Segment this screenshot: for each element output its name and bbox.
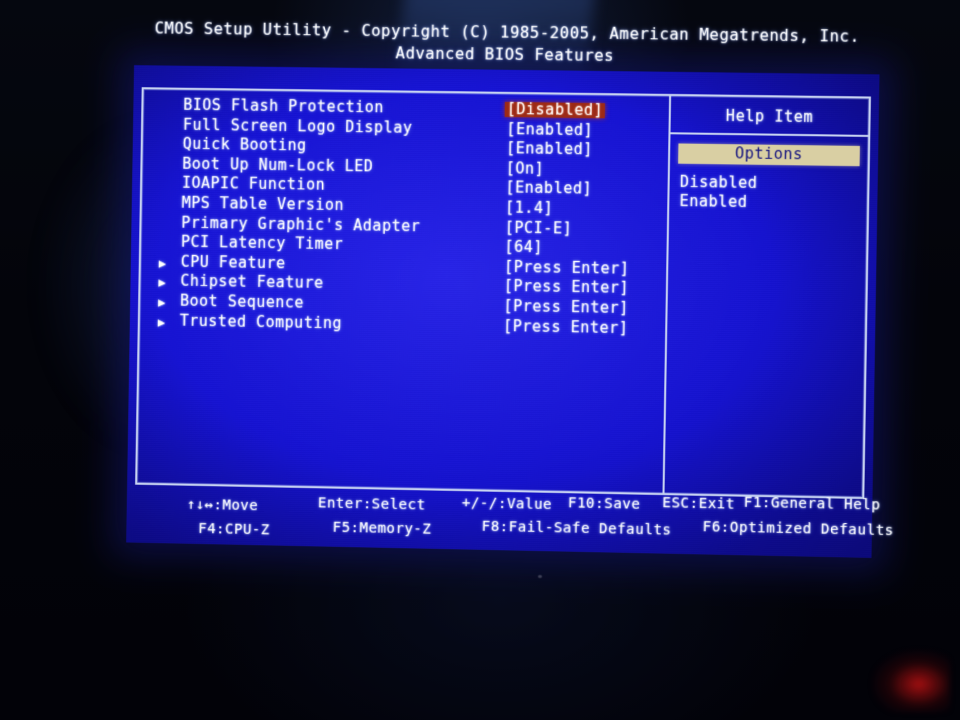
help-option-item[interactable]: Enabled (679, 192, 867, 216)
key-hint-optimized-defaults: F6:Optimized Defaults (702, 519, 895, 540)
setting-value-selected[interactable]: [Disabled] (504, 100, 606, 119)
setting-label: IOAPIC Function (181, 174, 326, 195)
setting-value[interactable]: [Enabled] (503, 179, 594, 198)
help-panel-title: Help Item (670, 95, 869, 137)
setting-label: Boot Up Num-Lock LED (182, 154, 374, 176)
dust-speck (538, 575, 542, 578)
key-hint-save: F10:Save (567, 495, 641, 513)
setting-value[interactable]: [Press Enter] (501, 297, 631, 317)
setting-label: Quick Booting (182, 134, 307, 155)
settings-list: BIOS Flash Protection [Disabled] Full Scre… (137, 89, 673, 493)
key-hint-cpuz: F4:CPU-Z (198, 520, 270, 539)
key-hint-failsafe-defaults: F8:Fail-Safe Defaults (481, 518, 672, 539)
key-hint-enter-select: Enter:Select (317, 495, 426, 514)
monitor-screen: CMOS Setup Utility - Copyright (C) 1985-… (126, 19, 895, 558)
setting-label: BIOS Flash Protection (183, 95, 385, 117)
cmos-setup-utility: CMOS Setup Utility - Copyright (C) 1985-… (126, 19, 895, 558)
red-led-glow (872, 650, 950, 712)
submenu-arrow-icon: ▶ (157, 295, 166, 310)
bios-main-frame: BIOS Flash Protection [Disabled] Full Scre… (135, 87, 871, 500)
key-hint-value: +/-/:Value (461, 495, 553, 514)
help-options-list: Disabled Enabled (669, 164, 868, 216)
setting-value[interactable]: [On] (504, 159, 547, 178)
submenu-arrow-icon: ▶ (158, 275, 167, 290)
setting-value[interactable]: [PCI-E] (503, 218, 575, 237)
setting-value[interactable]: [64] (502, 238, 545, 257)
submenu-arrow-icon: ▶ (158, 256, 167, 271)
setting-value[interactable]: [Press Enter] (502, 257, 632, 277)
setting-label: Full Screen Logo Display (182, 115, 413, 137)
setting-value[interactable]: [Enabled] (504, 120, 595, 139)
setting-value[interactable]: [Press Enter] (501, 317, 631, 337)
key-hint-move: ↑↓↔:Move (186, 496, 259, 515)
help-options-header: Options (678, 143, 860, 167)
setting-value[interactable]: [Press Enter] (502, 277, 632, 297)
setting-value[interactable]: [1.4] (503, 198, 555, 217)
submenu-arrow-icon: ▶ (157, 314, 166, 329)
help-panel: Help Item Options Disabled Enabled (662, 95, 869, 498)
key-hint-exit: ESC:Exit (662, 495, 736, 513)
bios-footer-keys: ↑↓↔:Move Enter:Select +/-/:Value F10:Sav… (140, 491, 895, 554)
setting-value[interactable]: [Enabled] (504, 139, 595, 158)
key-hint-general-help: F1:General Help (743, 494, 881, 514)
key-hint-memoryz: F5:Memory-Z (332, 519, 432, 538)
